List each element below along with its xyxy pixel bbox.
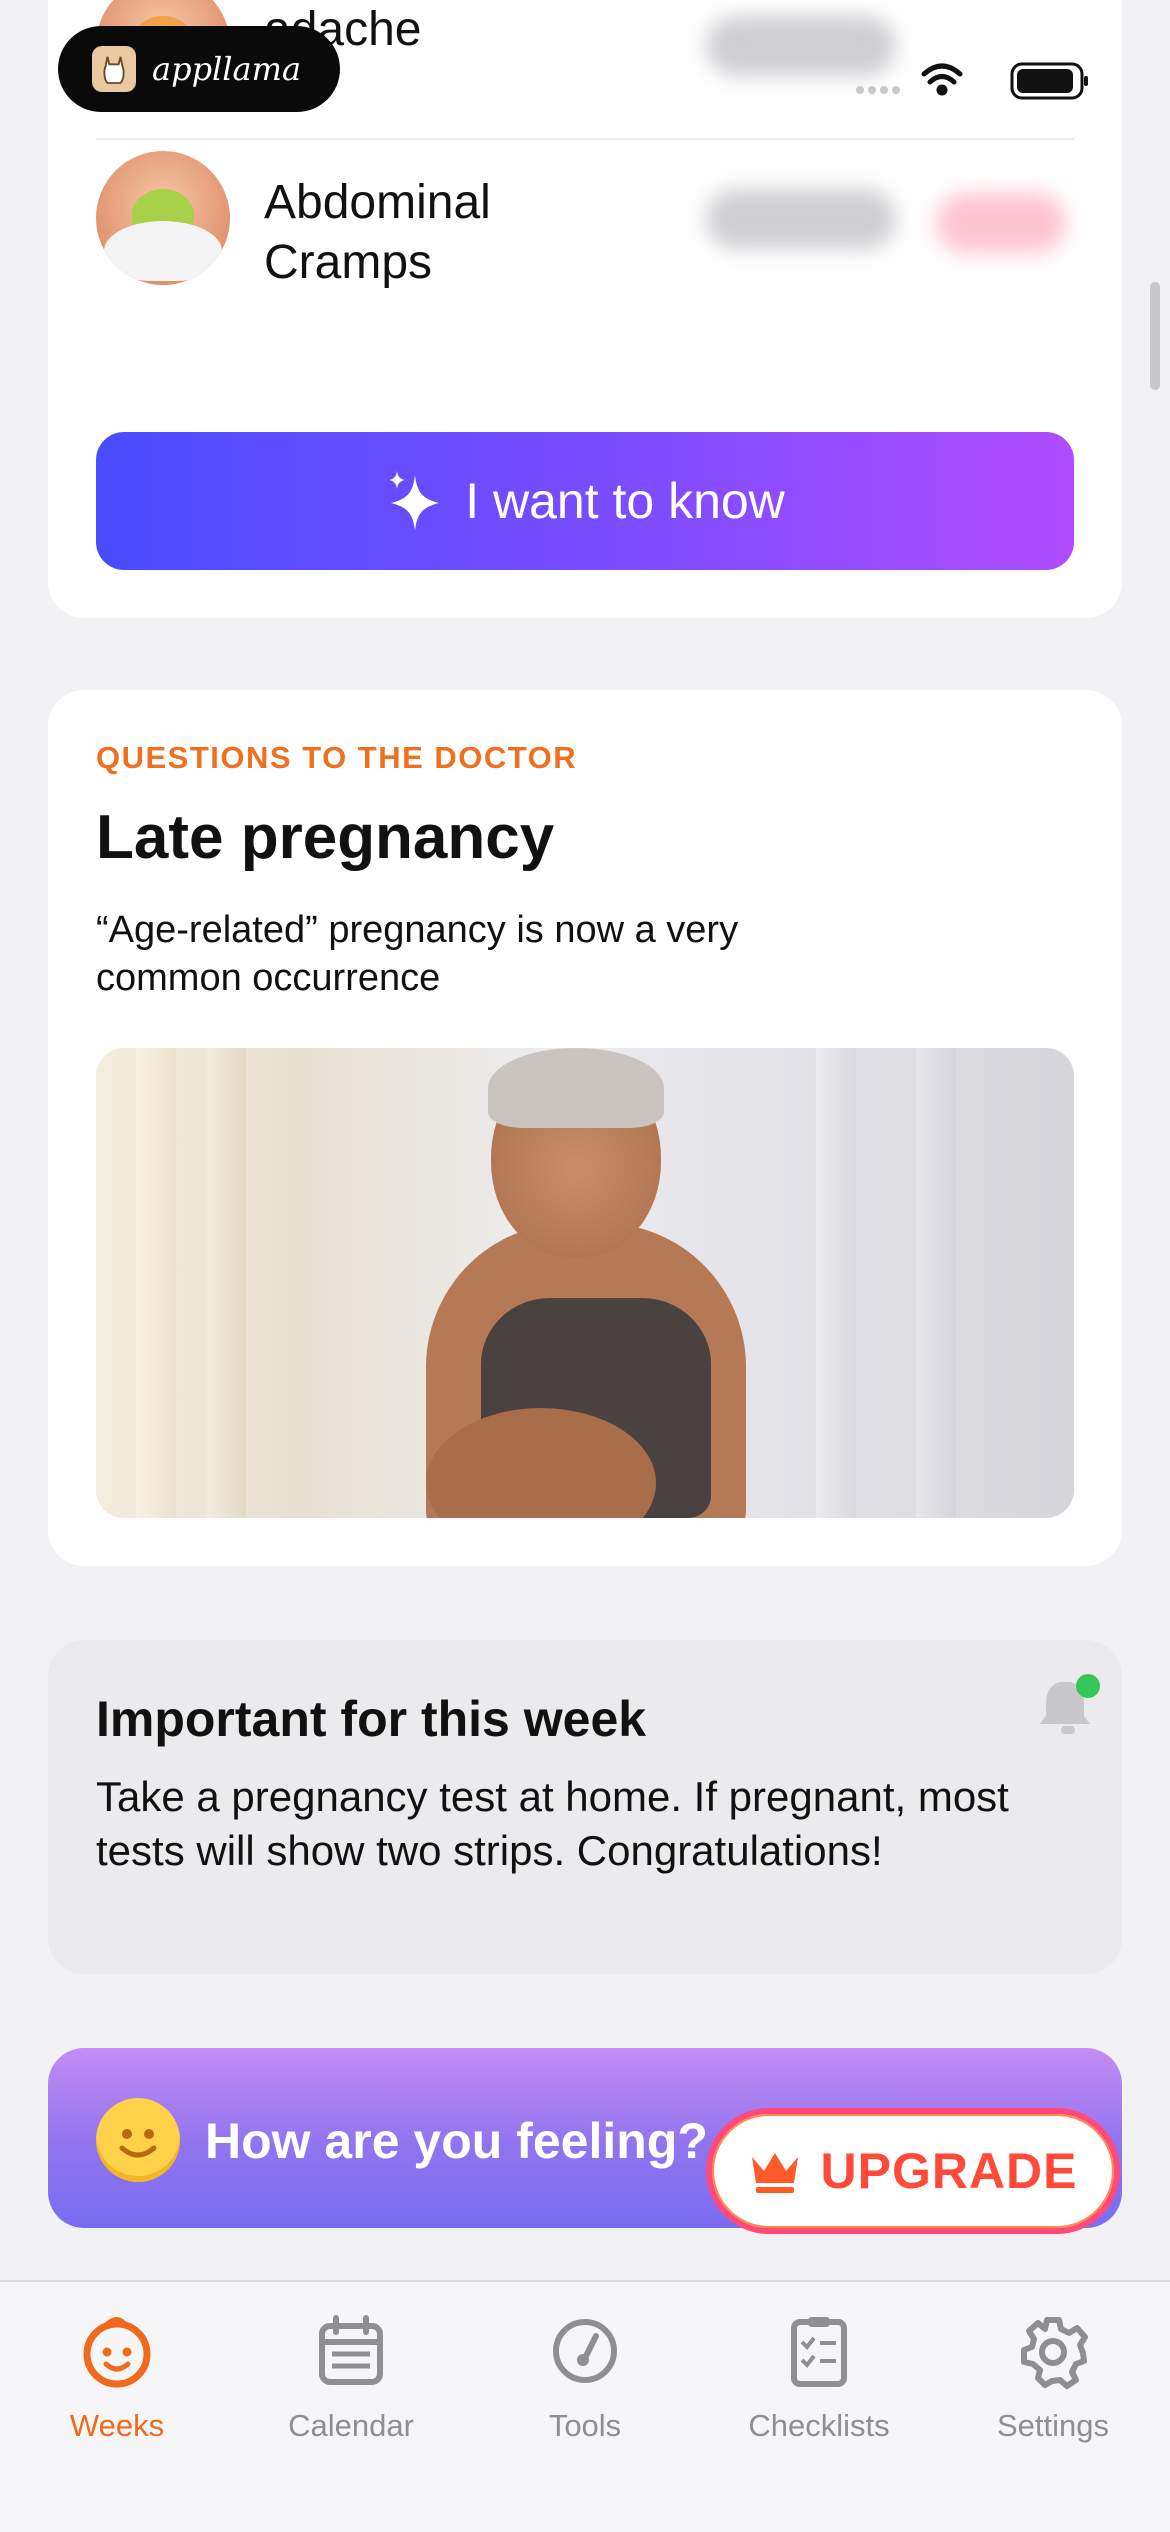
status-indicators [856,62,1088,100]
battery-icon [1010,62,1088,100]
upgrade-label: UPGRADE [820,2143,1078,2199]
gauge-icon [553,2319,617,2383]
calendar-icon [319,2315,383,2385]
tab-checklists[interactable]: Checklists [702,2302,936,2502]
wifi-icon [921,63,963,96]
checklist-icon [791,2317,847,2387]
card-eyebrow: QUESTIONS TO THE DOCTOR [96,740,578,775]
signal-icon [856,86,900,94]
important-this-week-card[interactable]: Important for this week Take a pregnancy… [48,1640,1122,1974]
tab-label: Weeks [69,2408,165,2443]
tab-label: Calendar [288,2408,414,2443]
brand-name: appllama [152,50,302,88]
baby-face-icon [83,2317,151,2388]
tab-settings[interactable]: Settings [936,2302,1170,2502]
tab-calendar[interactable]: Calendar [234,2302,468,2502]
blurred-value [706,189,896,249]
i-want-to-know-label: I want to know [465,473,785,529]
important-text: Take a pregnancy test at home. If pregna… [96,1773,1009,1874]
bell-icon[interactable] [1034,1670,1106,1740]
article-photo [96,1048,1074,1518]
sparkle-icon [389,471,440,531]
llama-logo-icon [92,46,136,92]
card-description: “Age-related” pregnancy is now a very co… [96,909,739,999]
i-want-to-know-button[interactable]: I want to know [96,432,1074,570]
tab-bar: Weeks Calendar Tools Checklists Settings [0,2280,1170,2532]
tab-label: Tools [548,2408,622,2443]
brand-badge: appllama [58,26,340,112]
tab-weeks[interactable]: Weeks [0,2302,234,2502]
tab-tools[interactable]: Tools [468,2302,702,2502]
smile-icon [96,2098,180,2182]
tab-label: Checklists [748,2408,890,2443]
scrollbar[interactable] [1150,282,1160,390]
crown-icon [752,2153,799,2193]
symptom-label-abdominal-cramps: Abdominal Cramps [264,176,491,289]
feeling-prompt: How are you feeling? [205,2113,708,2169]
card-title: Late pregnancy [96,803,555,872]
doctor-questions-card[interactable]: QUESTIONS TO THE DOCTOR Late pregnancy “… [48,690,1122,1566]
symptom-row-abdominal-cramps[interactable]: Abdominal Cramps [96,143,1074,293]
abdominal-cramps-avatar [96,151,230,285]
divider [96,138,1074,140]
upgrade-button[interactable]: UPGRADE [706,2108,1120,2234]
tab-label: Settings [996,2408,1109,2443]
important-title: Important for this week [96,1691,647,1747]
blurred-badge [936,193,1066,253]
gear-icon [1021,2317,1088,2389]
